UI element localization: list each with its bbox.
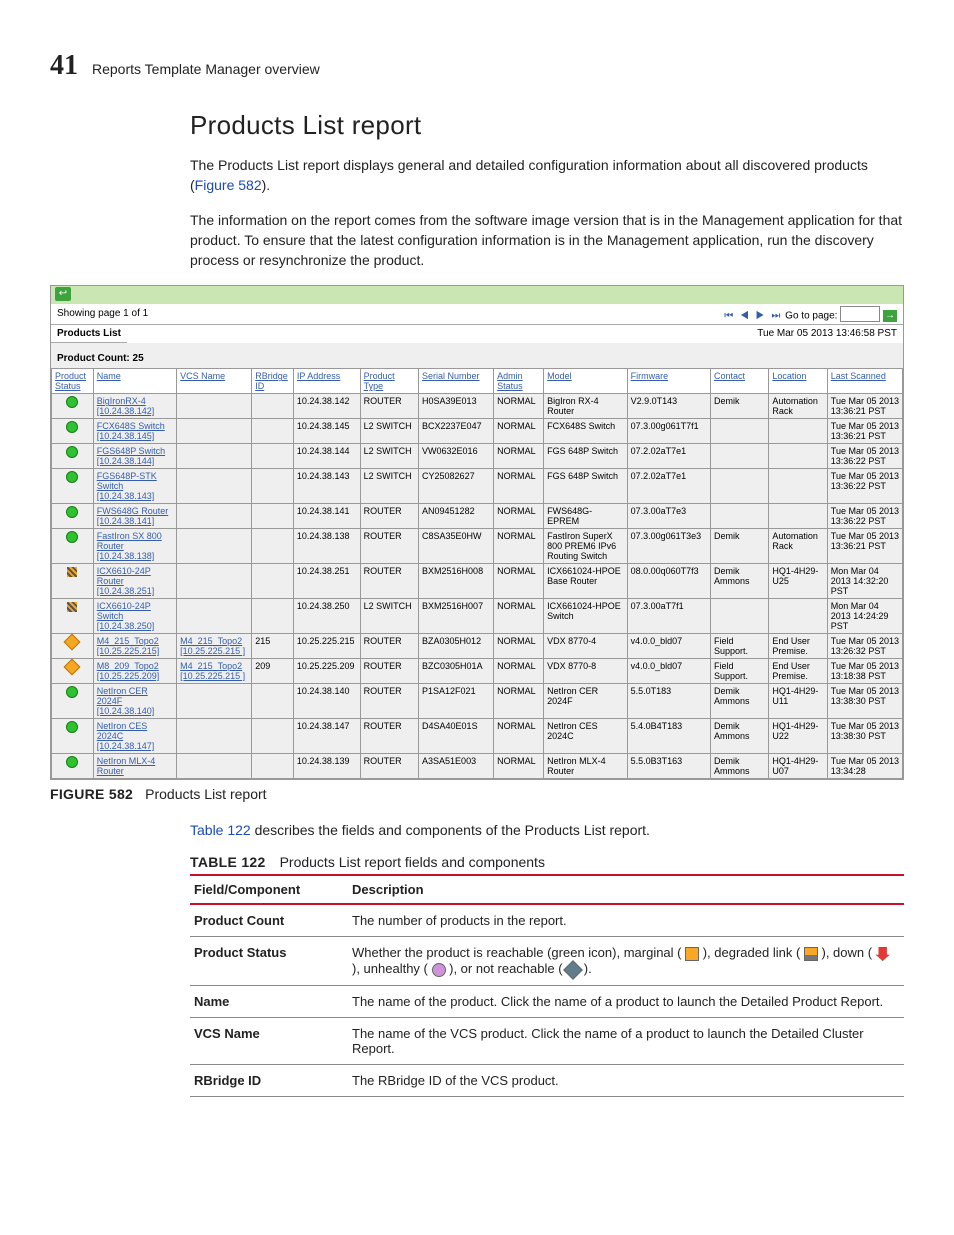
table-row: Product CountThe number of products in t… — [190, 904, 904, 937]
column-header[interactable]: Admin Status — [494, 369, 544, 394]
status-icon — [66, 531, 78, 543]
goto-page-label: Go to page: — [785, 310, 837, 321]
table-row: Product Status Whether the product is re… — [190, 937, 904, 985]
table-row: RBridge IDThe RBridge ID of the VCS prod… — [190, 1064, 904, 1096]
column-header[interactable]: Serial Number — [419, 369, 494, 394]
products-table: Product StatusNameVCS NameRBridge IDIP A… — [51, 368, 903, 779]
status-icon — [66, 421, 78, 433]
goto-page-input[interactable] — [840, 306, 880, 322]
table-caption: TABLE 122Products List report fields and… — [190, 854, 904, 870]
table-row: FWS648G Router [10.24.38.141]10.24.38.14… — [52, 504, 903, 529]
page-nav-icons[interactable]: ⏮ ◀ ▶ ⏭ — [724, 310, 782, 321]
column-header[interactable]: Model — [544, 369, 627, 394]
table-row: NameThe name of the product. Click the n… — [190, 985, 904, 1017]
product-link[interactable]: M4_215_Topo2 [10.25.225.215 ] — [177, 659, 252, 684]
status-icon — [66, 506, 78, 518]
goto-page-go-icon[interactable]: → — [883, 310, 897, 322]
table-row: FCX648S Switch [10.24.38.145]10.24.38.14… — [52, 419, 903, 444]
column-header[interactable]: IP Address — [293, 369, 360, 394]
product-link[interactable]: FWS648G Router [10.24.38.141] — [93, 504, 176, 529]
col-field: Field/Component — [190, 876, 348, 904]
column-header[interactable]: VCS Name — [177, 369, 252, 394]
product-link[interactable]: FastIron SX 800 Router [10.24.38.138] — [93, 529, 176, 564]
table-row: M8_209_Topo2 [10.25.225.209]M4_215_Topo2… — [52, 659, 903, 684]
product-link[interactable]: BigIronRX-4 [10.24.38.142] — [93, 394, 176, 419]
product-link[interactable]: ICX6610-24P Router [10.24.38.251] — [93, 564, 176, 599]
column-header[interactable]: Location — [769, 369, 827, 394]
column-header[interactable]: Contact — [711, 369, 769, 394]
product-link[interactable]: FGS648P-STK Switch [10.24.38.143] — [93, 469, 176, 504]
product-link[interactable]: FCX648S Switch [10.24.38.145] — [93, 419, 176, 444]
paging-text: Showing page 1 of 1 — [57, 308, 148, 319]
product-link[interactable]: NetIron CER 2024F [10.24.38.140] — [93, 684, 176, 719]
status-icon — [67, 602, 77, 612]
intro-paragraph-1: The Products List report displays genera… — [190, 155, 904, 196]
column-header[interactable]: Firmware — [627, 369, 710, 394]
status-icon — [66, 686, 78, 698]
report-title: Products List — [51, 325, 127, 343]
status-icon — [66, 756, 78, 768]
report-timestamp: Tue Mar 05 2013 13:46:58 PST — [751, 325, 903, 342]
figure-582-link[interactable]: Figure 582 — [195, 177, 262, 193]
down-icon — [876, 947, 890, 961]
chapter-number: 41 — [50, 50, 78, 82]
status-icon — [64, 659, 81, 676]
status-icon — [66, 471, 78, 483]
status-icon — [67, 567, 77, 577]
chapter-title: Reports Template Manager overview — [92, 61, 320, 77]
table-row: ICX6610-24P Switch [10.24.38.250]10.24.3… — [52, 599, 903, 634]
table-row: FastIron SX 800 Router [10.24.38.138]10.… — [52, 529, 903, 564]
column-header[interactable]: RBridge ID — [252, 369, 294, 394]
figure-caption: FIGURE 582Products List report — [50, 786, 904, 802]
table-row: NetIron MLX-4 Router10.24.38.139ROUTERA3… — [52, 754, 903, 779]
table-row: NetIron CES 2024C [10.24.38.147]10.24.38… — [52, 719, 903, 754]
table-row: FGS648P-STK Switch [10.24.38.143]10.24.3… — [52, 469, 903, 504]
column-header[interactable]: Name — [93, 369, 176, 394]
nav-back-icon[interactable]: ↩ — [55, 287, 71, 301]
product-link[interactable]: NetIron CES 2024C [10.24.38.147] — [93, 719, 176, 754]
product-link[interactable]: ICX6610-24P Switch [10.24.38.250] — [93, 599, 176, 634]
page-header: 41 Reports Template Manager overview — [50, 50, 904, 82]
product-link[interactable]: FGS648P Switch [10.24.38.144] — [93, 444, 176, 469]
table-row: NetIron CER 2024F [10.24.38.140]10.24.38… — [52, 684, 903, 719]
product-link[interactable]: M4_215_Topo2 [10.25.225.215 ] — [177, 634, 252, 659]
section-heading: Products List report — [190, 110, 904, 141]
table-row: FGS648P Switch [10.24.38.144]10.24.38.14… — [52, 444, 903, 469]
status-icon — [64, 634, 81, 651]
product-link[interactable]: NetIron MLX-4 Router — [93, 754, 176, 779]
status-icon — [66, 446, 78, 458]
marginal-icon — [685, 947, 699, 961]
table-row: ICX6610-24P Router [10.24.38.251]10.24.3… — [52, 564, 903, 599]
table-row: BigIronRX-4 [10.24.38.142]10.24.38.142RO… — [52, 394, 903, 419]
col-desc: Description — [348, 876, 904, 904]
degraded-link-icon — [804, 947, 818, 961]
mid-paragraph: Table 122 describes the fields and compo… — [190, 820, 904, 840]
column-header[interactable]: Product Status — [52, 369, 94, 394]
intro-paragraph-2: The information on the report comes from… — [190, 210, 904, 271]
column-header[interactable]: Last Scanned — [827, 369, 902, 394]
products-list-screenshot: ↩ Showing page 1 of 1 ⏮ ◀ ▶ ⏭ Go to page… — [50, 285, 904, 781]
table-row: VCS NameThe name of the VCS product. Cli… — [190, 1017, 904, 1064]
unhealthy-icon — [432, 963, 446, 977]
table-122-link[interactable]: Table 122 — [190, 822, 251, 838]
product-link[interactable]: M8_209_Topo2 [10.25.225.209] — [93, 659, 176, 684]
column-header[interactable]: Product Type — [360, 369, 418, 394]
product-link[interactable]: M4_215_Topo2 [10.25.225.215] — [93, 634, 176, 659]
fields-table: Field/Component Description Product Coun… — [190, 876, 904, 1096]
product-count: Product Count: 25 — [51, 343, 903, 368]
table-row: M4_215_Topo2 [10.25.225.215]M4_215_Topo2… — [52, 634, 903, 659]
status-icon — [66, 721, 78, 733]
status-icon — [66, 396, 78, 408]
